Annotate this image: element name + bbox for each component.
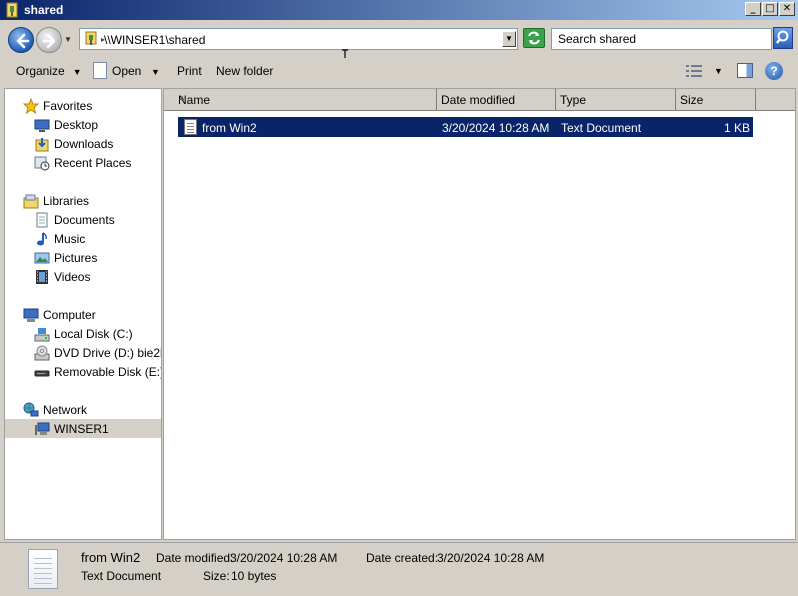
- arrow-left-icon: [16, 33, 30, 49]
- print-button[interactable]: Print: [177, 64, 202, 78]
- sort-ascending-icon: ▲: [178, 93, 186, 102]
- open-label: Open: [112, 64, 142, 78]
- text-document-icon: [93, 62, 107, 79]
- file-type: Text Document: [561, 121, 642, 135]
- nav-libraries-label: Libraries: [43, 194, 90, 208]
- details-file-type: Text Document: [81, 569, 162, 583]
- downloads-icon: [35, 138, 49, 152]
- details-date-created-label: Date created:: [366, 551, 439, 565]
- nav-favorites-label: Favorites: [43, 99, 93, 113]
- address-row: ▼ ▸ \\WINSER1\shared ▼ Search shared: [0, 20, 798, 65]
- navigation-pane: Favorites Desktop Downloads Recent Place…: [4, 88, 162, 540]
- libraries-icon: [23, 194, 39, 209]
- organize-label: Organize: [16, 64, 65, 78]
- nav-item-label: DVD Drive (D:) bie2k8r: [54, 346, 161, 360]
- column-header-filler: [756, 89, 795, 111]
- address-path: \\WINSER1\shared: [104, 33, 206, 47]
- refresh-button[interactable]: [523, 28, 545, 48]
- column-header-name[interactable]: Name ▲: [164, 89, 437, 111]
- nav-item-label: Downloads: [54, 137, 114, 151]
- videos-icon: [36, 270, 48, 284]
- column-date-label: Date modified: [441, 93, 516, 107]
- file-size: 1 KB: [723, 121, 750, 135]
- details-date-created: 3/20/2024 10:28 AM: [437, 551, 545, 565]
- column-header-date-modified[interactable]: Date modified: [437, 89, 556, 111]
- close-button[interactable]: ✕: [779, 2, 795, 16]
- nav-network-label: Network: [43, 403, 88, 417]
- chevron-down-icon: ▼: [72, 67, 82, 77]
- computer-icon: [23, 308, 39, 322]
- open-button[interactable]: Open: [112, 64, 141, 78]
- removable-disk-icon: [34, 370, 50, 377]
- refresh-icon: [528, 31, 540, 45]
- search-placeholder: Search shared: [558, 32, 637, 46]
- preview-pane-icon[interactable]: [737, 63, 753, 78]
- nav-item-label: Desktop: [54, 118, 99, 132]
- nav-item-label: Documents: [54, 213, 115, 227]
- file-list-pane: Name ▲ Date modified Type Size from Win2…: [163, 88, 796, 540]
- documents-icon: [36, 212, 48, 228]
- star-icon: [23, 98, 39, 114]
- details-date-modified: 3/20/2024 10:28 AM: [230, 551, 338, 565]
- help-button[interactable]: ?: [765, 62, 783, 80]
- nav-item-label: WINSER1: [54, 422, 109, 436]
- window-title: shared: [24, 3, 64, 17]
- command-bar: Organize ▼ Open ▼ Print New folder ▼ ?: [0, 58, 798, 86]
- search-icon: [776, 30, 789, 44]
- details-file-name: from Win2: [81, 550, 141, 565]
- pictures-icon: [34, 252, 50, 264]
- file-row[interactable]: from Win2 3/20/2024 10:28 AM Text Docume…: [178, 117, 753, 137]
- music-icon: [37, 232, 47, 246]
- network-icon: [23, 402, 39, 417]
- search-button[interactable]: [773, 27, 793, 49]
- file-date-modified: 3/20/2024 10:28 AM: [442, 121, 550, 135]
- dvd-drive-icon: [34, 345, 50, 361]
- organize-button[interactable]: Organize ▼: [16, 64, 82, 78]
- back-button[interactable]: [8, 27, 34, 53]
- open-with-dropdown[interactable]: ▼: [151, 64, 160, 78]
- nav-item-label: Videos: [54, 270, 91, 284]
- nav-item-label: Pictures: [54, 251, 98, 265]
- minimize-button[interactable]: _: [745, 2, 761, 16]
- details-date-modified-label: Date modified:: [156, 551, 234, 565]
- local-disk-icon: [34, 328, 50, 342]
- nav-computer-label: Computer: [43, 308, 96, 322]
- column-header-type[interactable]: Type: [556, 89, 676, 111]
- details-pane: from Win2 Text Document Date modified: 3…: [0, 542, 798, 596]
- recent-pages-chevron-icon[interactable]: ▼: [64, 35, 72, 44]
- nav-item-label: Local Disk (C:): [54, 327, 133, 341]
- desktop-icon: [34, 119, 50, 132]
- address-bar[interactable]: ▸ \\WINSER1\shared ▼: [79, 28, 518, 50]
- text-document-icon: [184, 119, 197, 135]
- forward-button[interactable]: [36, 27, 62, 53]
- network-computer-icon: [35, 422, 50, 435]
- address-dropdown-button[interactable]: ▼: [502, 31, 516, 47]
- nav-item-label: Music: [54, 232, 86, 246]
- print-label: Print: [177, 64, 202, 78]
- column-size-label: Size: [680, 93, 704, 107]
- change-view-icon[interactable]: [686, 64, 702, 78]
- nav-item-label: Recent Places: [54, 156, 132, 170]
- details-size-label: Size:: [203, 569, 230, 583]
- maximize-button[interactable]: □: [762, 2, 778, 16]
- chevron-down-icon: ▼: [151, 67, 160, 77]
- column-header-size[interactable]: Size: [676, 89, 756, 111]
- new-folder-label: New folder: [216, 64, 274, 78]
- details-size: 10 bytes: [231, 569, 277, 583]
- column-type-label: Type: [560, 93, 587, 107]
- recent-places-icon: [34, 156, 50, 171]
- nav-item-label: Removable Disk (E:): [54, 365, 162, 379]
- new-folder-button[interactable]: New folder: [216, 64, 273, 78]
- file-name: from Win2: [202, 121, 257, 135]
- folder-icon: [6, 2, 18, 18]
- view-options-chevron-icon[interactable]: ▼: [714, 66, 723, 76]
- network-share-icon: [85, 31, 97, 45]
- search-input[interactable]: Search shared: [551, 28, 772, 50]
- text-document-icon: [28, 549, 58, 589]
- arrow-right-icon: [42, 33, 56, 49]
- title-bar[interactable]: shared _ □ ✕: [0, 0, 798, 20]
